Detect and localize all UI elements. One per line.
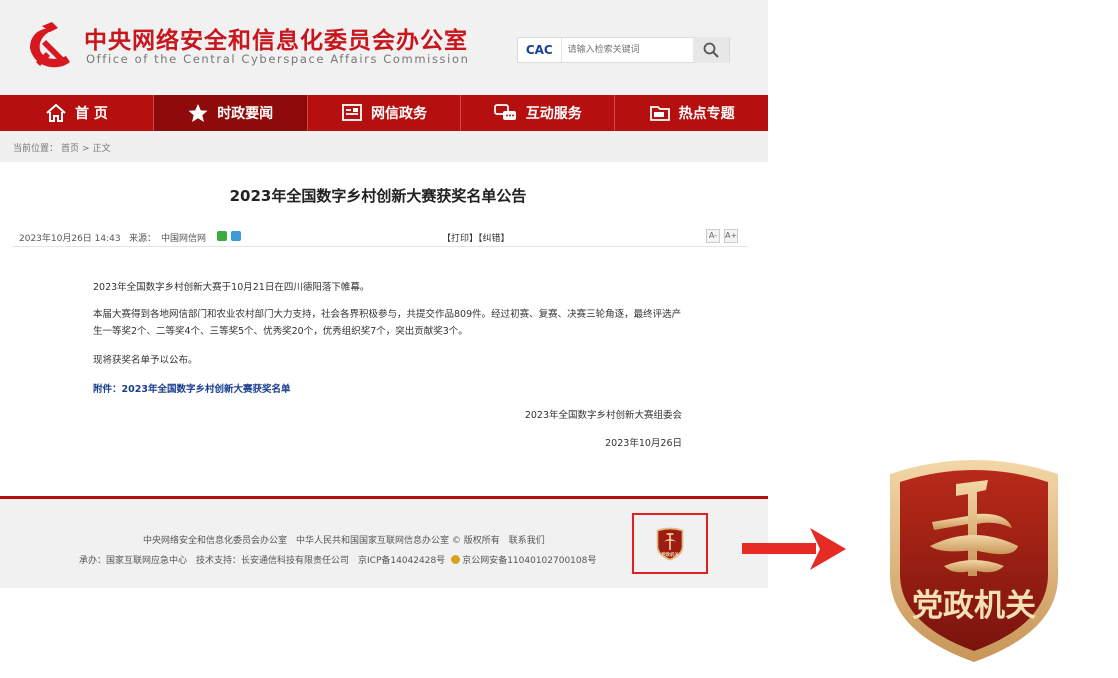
search-icon <box>703 42 719 58</box>
document-icon <box>342 104 362 121</box>
cac-logo: CAC <box>518 38 562 62</box>
footer-police-record[interactable]: 京公网安备11040102700108号 <box>462 556 596 566</box>
breadcrumb-label: 当前位置： <box>13 144 59 154</box>
source-label: 来源： <box>129 234 157 244</box>
breadcrumb-current: 正文 <box>92 144 111 154</box>
font-smaller-button[interactable]: A- <box>706 229 720 243</box>
breadcrumb-home[interactable]: 首页 <box>61 144 79 154</box>
wechat-share-icon[interactable] <box>217 231 227 241</box>
search-input[interactable] <box>561 39 694 61</box>
publish-date: 2023年10月26日 14:43 <box>19 234 121 244</box>
print-correct-links[interactable]: 【打印】【纠错】 <box>442 231 510 244</box>
nav-service-label: 互动服务 <box>525 106 582 122</box>
footer-credits: 承办：国家互联网应急中心 技术支持：长安通信科技有限责任公司 京ICP备1404… <box>79 553 596 566</box>
chat-icon <box>493 104 516 120</box>
star-icon <box>188 104 208 122</box>
nav-item-affairs[interactable]: 网信政务 <box>308 95 462 131</box>
page: 中央网络安全和信息化委员会办公室 Office of the Central C… <box>0 0 1118 678</box>
article-signature: 2023年全国数字乡村创新大赛组委会 <box>524 410 682 421</box>
article-paragraph: 2023年全国数字乡村创新大赛于10月21日在四川德阳落下帷幕。 <box>93 282 370 293</box>
site-footer: 中央网络安全和信息化委员会办公室 中华人民共和国国家互联网信息办公室 © 版权所… <box>0 496 768 588</box>
site-subtitle: Office of the Central Cyberspace Affairs… <box>86 52 470 66</box>
nav-affairs-label: 网信政务 <box>370 106 427 122</box>
search-bar: CAC <box>517 37 730 63</box>
footer-credits-text: 承办：国家互联网应急中心 技术支持：长安通信科技有限责任公司 京ICP备1404… <box>79 556 446 566</box>
article-title: 2023年全国数字乡村创新大赛获奖名单公告 <box>229 187 527 205</box>
cac-logo-text: CAC <box>525 43 553 57</box>
folder-icon <box>649 106 670 121</box>
article-paragraph: 本届大赛得到各地网信部门和农业农村部门大力支持，社会各界积极参与，共提交作品80… <box>93 309 682 337</box>
attachment-link[interactable]: 附件：2023年全国数字乡村创新大赛获奖名单 <box>93 381 290 395</box>
nav-item-service[interactable]: 互动服务 <box>461 95 616 131</box>
breadcrumb: 当前位置： 首页 > 正文 <box>0 131 768 162</box>
nav-topics-label: 热点专题 <box>678 106 735 122</box>
nav-item-home[interactable]: 首 页 <box>0 95 154 131</box>
breadcrumb-separator: > <box>82 144 90 154</box>
font-larger-button[interactable]: A+ <box>724 229 738 243</box>
nav-item-news[interactable]: 时政要闻 <box>153 95 308 131</box>
arrow-right-icon <box>742 528 846 570</box>
website-screenshot: 中央网络安全和信息化委员会办公室 Office of the Central C… <box>0 0 768 590</box>
home-icon <box>46 103 66 122</box>
nav-home-label: 首 页 <box>74 106 108 122</box>
source-name: 中国网信网 <box>161 234 207 244</box>
party-government-badge-large: 党政机关 <box>890 460 1058 662</box>
badge-highlight-box[interactable]: 党政机关 <box>632 513 708 574</box>
party-government-badge-icon: 党政机关 <box>656 527 684 561</box>
main-nav: 首 页 时政要闻 网信政务 互动服务 热点专题 <box>0 95 768 131</box>
nav-news-label: 时政要闻 <box>217 106 274 122</box>
nav-item-topics[interactable]: 热点专题 <box>615 95 768 131</box>
party-emblem-icon <box>30 22 70 68</box>
article-sign-date: 2023年10月26日 <box>605 438 682 449</box>
article-meta: 2023年10月26日 14:43 来源： 中国网信网 【打印】【纠错】 A- … <box>12 225 748 247</box>
article-paragraph: 现将获奖名单予以公布。 <box>93 355 198 366</box>
police-badge-icon <box>451 555 461 564</box>
site-header: 中央网络安全和信息化委员会办公室 Office of the Central C… <box>0 0 768 95</box>
weibo-share-icon[interactable] <box>231 231 241 241</box>
search-button[interactable] <box>693 37 729 63</box>
footer-copyright: 中央网络安全和信息化委员会办公室 中华人民共和国国家互联网信息办公室 © 版权所… <box>143 536 545 546</box>
large-badge-text: 党政机关 <box>912 588 1036 624</box>
site-title[interactable]: 中央网络安全和信息化委员会办公室 <box>84 21 468 55</box>
